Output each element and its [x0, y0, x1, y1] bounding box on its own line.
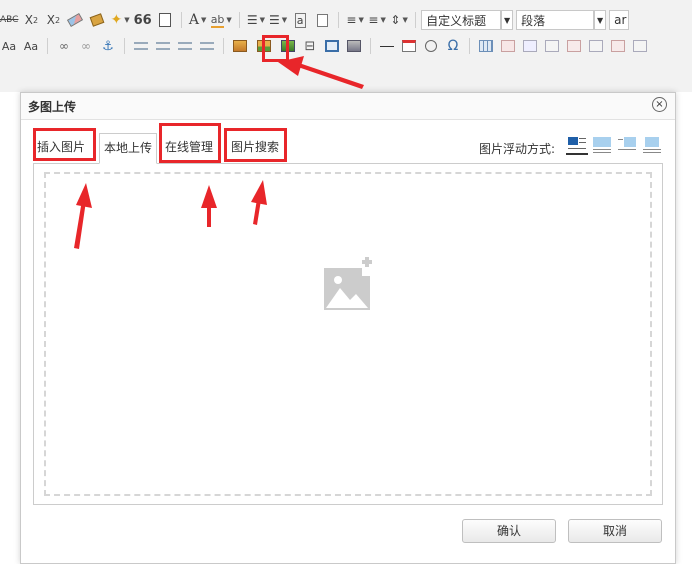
strikethrough-button[interactable]: ABC [0, 10, 18, 30]
upload-panel [33, 164, 663, 505]
multi-image-upload-dialog: 多图上传 × 插入图片 本地上传 在线管理 图片搜索 图片浮动方式: 确认 取消 [20, 92, 676, 564]
line-height-icon[interactable]: ⇕ ▼ [390, 10, 408, 30]
cancel-button[interactable]: 取消 [568, 519, 662, 543]
align-justify-icon[interactable] [198, 36, 216, 56]
video-icon[interactable] [345, 36, 363, 56]
blockquote-button[interactable]: 66 [134, 10, 152, 30]
close-icon[interactable]: × [652, 97, 667, 112]
eraser-icon[interactable] [66, 10, 84, 30]
highlight-box-image-search [224, 128, 287, 162]
dialog-title: 多图上传 [28, 100, 77, 114]
superscript-button[interactable]: X2 [22, 10, 40, 30]
insert-column-icon[interactable] [587, 36, 605, 56]
insert-row-icon[interactable] [543, 36, 561, 56]
delete-table-icon[interactable] [499, 36, 517, 56]
toolbar-separator [180, 12, 182, 28]
paste-plain-icon[interactable] [156, 10, 174, 30]
image-placeholder-icon [324, 257, 372, 310]
float-none-icon[interactable] [566, 135, 588, 155]
row-spacing-top-icon[interactable]: ≡ ▼ [346, 10, 364, 30]
unordered-list-icon[interactable]: ☰ ▼ [269, 10, 287, 30]
merge-cells-icon[interactable] [631, 36, 649, 56]
format-brush-icon[interactable] [88, 10, 106, 30]
paragraph-select-dropdown[interactable]: ▼ [594, 10, 607, 30]
subscript-sub: 2 [55, 15, 61, 25]
horizontal-rule-icon[interactable] [378, 36, 396, 56]
font-color-button[interactable]: A ▼ [189, 10, 207, 30]
simple-upload-icon[interactable] [231, 36, 249, 56]
subscript-button[interactable]: X2 [44, 10, 62, 30]
toolbar-separator [124, 38, 125, 54]
spellcheck-label: ab [210, 12, 225, 28]
insert-table-icon[interactable] [477, 36, 495, 56]
dialog-title-bar[interactable]: 多图上传 × [21, 93, 675, 120]
superscript-exp: 2 [33, 15, 39, 25]
highlight-box-toolbar-icon [262, 35, 289, 62]
float-right-icon[interactable] [616, 135, 638, 155]
paragraph-select[interactable]: 段落 [516, 10, 595, 30]
heading-select[interactable]: 自定义标题 [421, 10, 502, 30]
confirm-button[interactable]: 确认 [462, 519, 556, 543]
font-select-value: ar [614, 13, 627, 27]
font-select[interactable]: ar [609, 10, 630, 30]
row-spacing-bottom-icon[interactable]: ≡ ▼ [368, 10, 386, 30]
heading-select-dropdown[interactable]: ▼ [501, 10, 514, 30]
font-color-label: A [188, 12, 200, 28]
paragraph-select-value: 段落 [521, 13, 546, 28]
toolbar-separator [415, 12, 417, 28]
highlight-box-online-manage [159, 123, 221, 163]
tab-local-upload[interactable]: 本地上传 [99, 133, 157, 164]
toolbar-separator [47, 38, 48, 54]
toolbar-row-1: ABC X2 X2 ✦ ▼ 66 A ▼ ab ▼ ☰ ▼ ☰ ▼ a ≡ ▼ ≡ ▼ ⇕ ▼ … [0, 7, 630, 33]
float-left-icon[interactable] [591, 135, 613, 155]
align-right-icon[interactable] [176, 36, 194, 56]
highlight-box-insert-image [33, 128, 96, 161]
insert-paragraph-before-table-icon[interactable] [521, 36, 539, 56]
background-color-button[interactable]: ab ▼ [210, 10, 232, 30]
toolbar-separator [469, 38, 470, 54]
align-center-icon[interactable] [154, 36, 172, 56]
delete-column-icon[interactable] [609, 36, 627, 56]
case-toggle-icon[interactable]: Aa [0, 36, 18, 56]
superscript-base: X [24, 13, 34, 27]
frame-icon[interactable] [323, 36, 341, 56]
calendar-icon[interactable] [400, 36, 418, 56]
clock-icon[interactable] [422, 36, 440, 56]
ordered-list-icon[interactable]: ☰ ▼ [247, 10, 265, 30]
toolbar-row-2: Aa Aa ∞ ∞ ⚓ ⊟ Ω [0, 33, 651, 59]
image-float-label: 图片浮动方式: [478, 142, 555, 156]
heading-select-value: 自定义标题 [426, 13, 487, 28]
float-center-icon[interactable] [641, 135, 663, 155]
image-float-options [563, 135, 663, 155]
upload-dropzone[interactable] [44, 172, 652, 496]
editor-toolbar: ABC X2 X2 ✦ ▼ 66 A ▼ ab ▼ ☰ ▼ ☰ ▼ a ≡ ▼ ≡ ▼ ⇕ ▼ … [0, 0, 692, 92]
toolbar-separator [338, 12, 340, 28]
unlink-icon[interactable]: ∞ [77, 36, 95, 56]
document-icon[interactable] [313, 10, 331, 30]
link-icon[interactable]: ∞ [55, 36, 73, 56]
case-toggle-icon-2[interactable]: Aa [22, 36, 40, 56]
delete-row-icon[interactable] [565, 36, 583, 56]
toolbar-separator [238, 12, 240, 28]
toolbar-separator [370, 38, 371, 54]
magic-wand-icon[interactable]: ✦ ▼ [110, 10, 129, 30]
special-chars-icon[interactable]: Ω [444, 36, 462, 56]
align-left-icon[interactable] [132, 36, 150, 56]
image-layout-icon[interactable]: ⊟ [301, 36, 319, 56]
at-symbol-icon[interactable]: a [291, 10, 309, 30]
subscript-base: X [46, 13, 56, 27]
anchor-icon[interactable]: ⚓ [99, 36, 117, 56]
toolbar-separator [223, 38, 224, 54]
